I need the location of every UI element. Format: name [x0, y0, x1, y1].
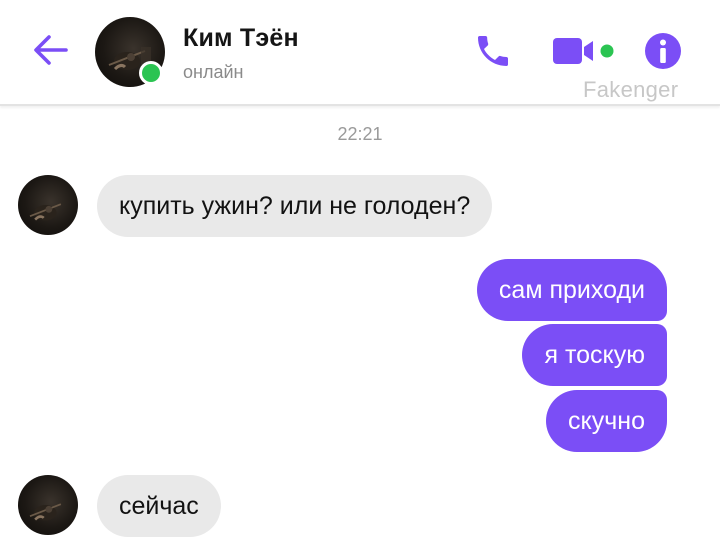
incoming-message-bubble[interactable]: купить ужин? или не голоден? — [97, 175, 493, 237]
avatar-image — [18, 475, 78, 535]
incoming-message-bubble[interactable]: сейчас — [97, 475, 221, 537]
video-call-button[interactable] — [548, 30, 620, 76]
message-avatar[interactable] — [18, 475, 78, 535]
info-button[interactable] — [640, 30, 686, 76]
outgoing-message-bubble[interactable]: сам приходи — [476, 259, 667, 321]
contact-name[interactable]: Ким Тэён — [183, 24, 299, 53]
avatar-image — [18, 175, 78, 235]
chat-header: Ким Тэён онлайн Fakenger — [0, 0, 720, 106]
online-indicator — [139, 61, 163, 85]
outgoing-message-bubble[interactable]: скучно — [546, 390, 667, 452]
app-watermark: Fakenger — [583, 77, 679, 102]
message-timestamp: 22:21 — [337, 124, 383, 144]
contact-status: онлайн — [183, 62, 244, 82]
phone-icon — [473, 31, 513, 76]
back-button[interactable] — [28, 30, 72, 74]
video-camera-icon — [549, 31, 619, 76]
contact-avatar[interactable] — [95, 17, 165, 87]
message-avatar[interactable] — [18, 175, 78, 235]
arrow-left-icon — [30, 30, 70, 75]
chat-screen: Ким Тэён онлайн Fakenger 22:21 купить уж… — [0, 0, 720, 556]
outgoing-message-bubble[interactable]: я тоскую — [522, 324, 667, 386]
call-button[interactable] — [470, 30, 516, 76]
info-icon — [643, 31, 683, 76]
